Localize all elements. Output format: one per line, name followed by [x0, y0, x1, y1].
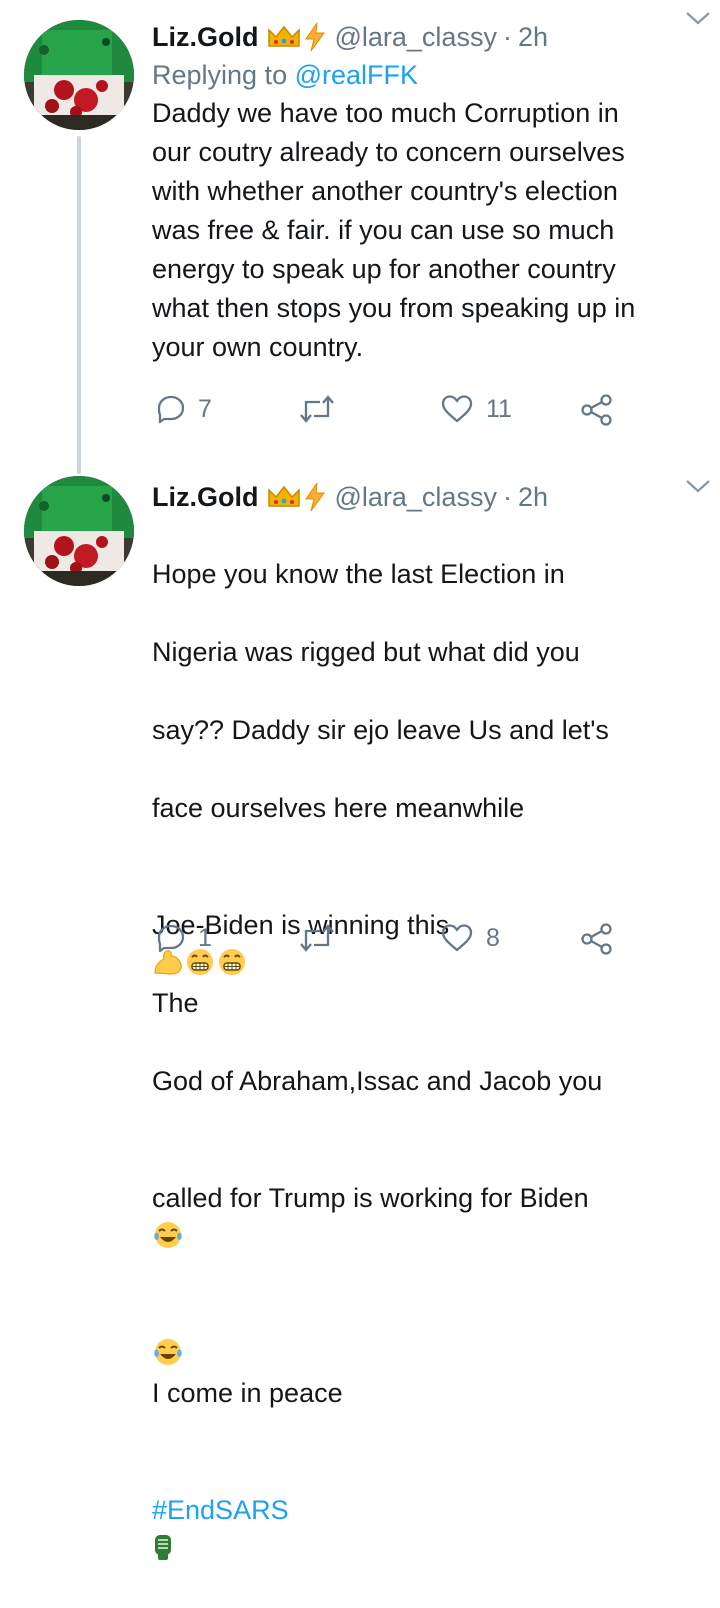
lightning-emoji [305, 482, 326, 512]
tweet-content: Liz.Gold @lara_classy · 2h Replying to @… [152, 18, 700, 367]
like-count: 8 [486, 923, 500, 952]
chevron-down-icon[interactable] [684, 476, 712, 496]
raised-fist-emoji [155, 1535, 171, 1560]
text-line-with-emoji: called for Trump is working for Biden [152, 1140, 700, 1257]
retweet-icon [300, 395, 334, 423]
tweet-actions: 7 11 [152, 394, 700, 434]
share-icon [581, 394, 612, 426]
timestamp[interactable]: 2h [518, 482, 548, 513]
emoji-line [152, 1296, 700, 1365]
tweet-text: Daddy we have too much Corruption in our… [152, 98, 636, 362]
timestamp[interactable]: 2h [518, 22, 548, 53]
reply-count: 1 [198, 923, 212, 952]
replying-mention[interactable]: @realFFK [295, 60, 418, 90]
text-line: Hope you know the last Election in [152, 559, 565, 589]
tweet-content: Liz.Gold @lara_classy · 2h Hope you know… [152, 478, 700, 1608]
replying-to: Replying to @realFFK [152, 56, 700, 94]
hashtag-link[interactable]: #EndSARS [152, 1495, 289, 1525]
tweet-header: Liz.Gold @lara_classy · 2h [152, 18, 700, 56]
heart-icon [441, 924, 473, 952]
header-separator: · [502, 481, 512, 512]
heart-icon [441, 395, 473, 423]
reply-count: 7 [198, 394, 212, 423]
author-name[interactable]: Liz.Gold [152, 482, 258, 513]
retweet-button[interactable] [298, 923, 348, 953]
tweet-2[interactable]: Liz.Gold @lara_classy · 2h Hope you know… [0, 468, 720, 1560]
text-segment: called for Trump is working for Biden [152, 1183, 589, 1213]
share-button[interactable] [580, 923, 614, 955]
author-handle[interactable]: @lara_classy [334, 22, 496, 53]
author-handle[interactable]: @lara_classy [334, 482, 496, 513]
avatar[interactable] [24, 476, 134, 586]
like-count: 11 [486, 394, 512, 423]
author-name[interactable]: Liz.Gold [152, 22, 258, 53]
tweet-1[interactable]: Liz.Gold @lara_classy · 2h Replying to @… [0, 0, 720, 474]
tears-of-joy-emoji [154, 1339, 182, 1365]
like-button[interactable]: 8 [440, 923, 500, 953]
tweet-actions: 1 8 [152, 923, 700, 963]
like-button[interactable]: 11 [440, 394, 512, 424]
reply-icon [157, 395, 185, 424]
lightning-emoji [305, 22, 326, 52]
text-line: face ourselves here meanwhile [152, 793, 525, 823]
crown-emoji [268, 25, 301, 47]
reply-button[interactable]: 1 [156, 923, 212, 953]
text-line: Nigeria was rigged but what did you [152, 637, 580, 667]
header-separator: · [502, 21, 512, 52]
retweet-icon [300, 924, 334, 952]
name-badges [266, 482, 326, 512]
avatar[interactable] [24, 20, 134, 130]
text-line: say?? Daddy sir ejo leave Us and let's [152, 715, 609, 745]
text-line: God of Abraham,Issac and Jacob you [152, 1066, 603, 1096]
chevron-down-icon[interactable] [684, 8, 712, 28]
tears-of-joy-emoji [154, 1222, 182, 1248]
share-button[interactable] [580, 394, 614, 426]
name-badges [266, 22, 326, 52]
tweet-header: Liz.Gold @lara_classy · 2h [152, 478, 700, 516]
reply-button[interactable]: 7 [156, 394, 212, 424]
text-segment: The [152, 988, 199, 1018]
reply-icon [157, 924, 185, 953]
crown-emoji [268, 485, 301, 507]
retweet-button[interactable] [298, 394, 348, 424]
thread-connector-line [77, 136, 81, 474]
replying-prefix: Replying to [152, 60, 288, 90]
text-line: I come in peace [152, 1378, 343, 1408]
share-icon [581, 923, 612, 955]
tweet-text: Hope you know the last Election in Niger… [152, 516, 700, 1608]
hashtag-line: #EndSARS [152, 1452, 700, 1569]
